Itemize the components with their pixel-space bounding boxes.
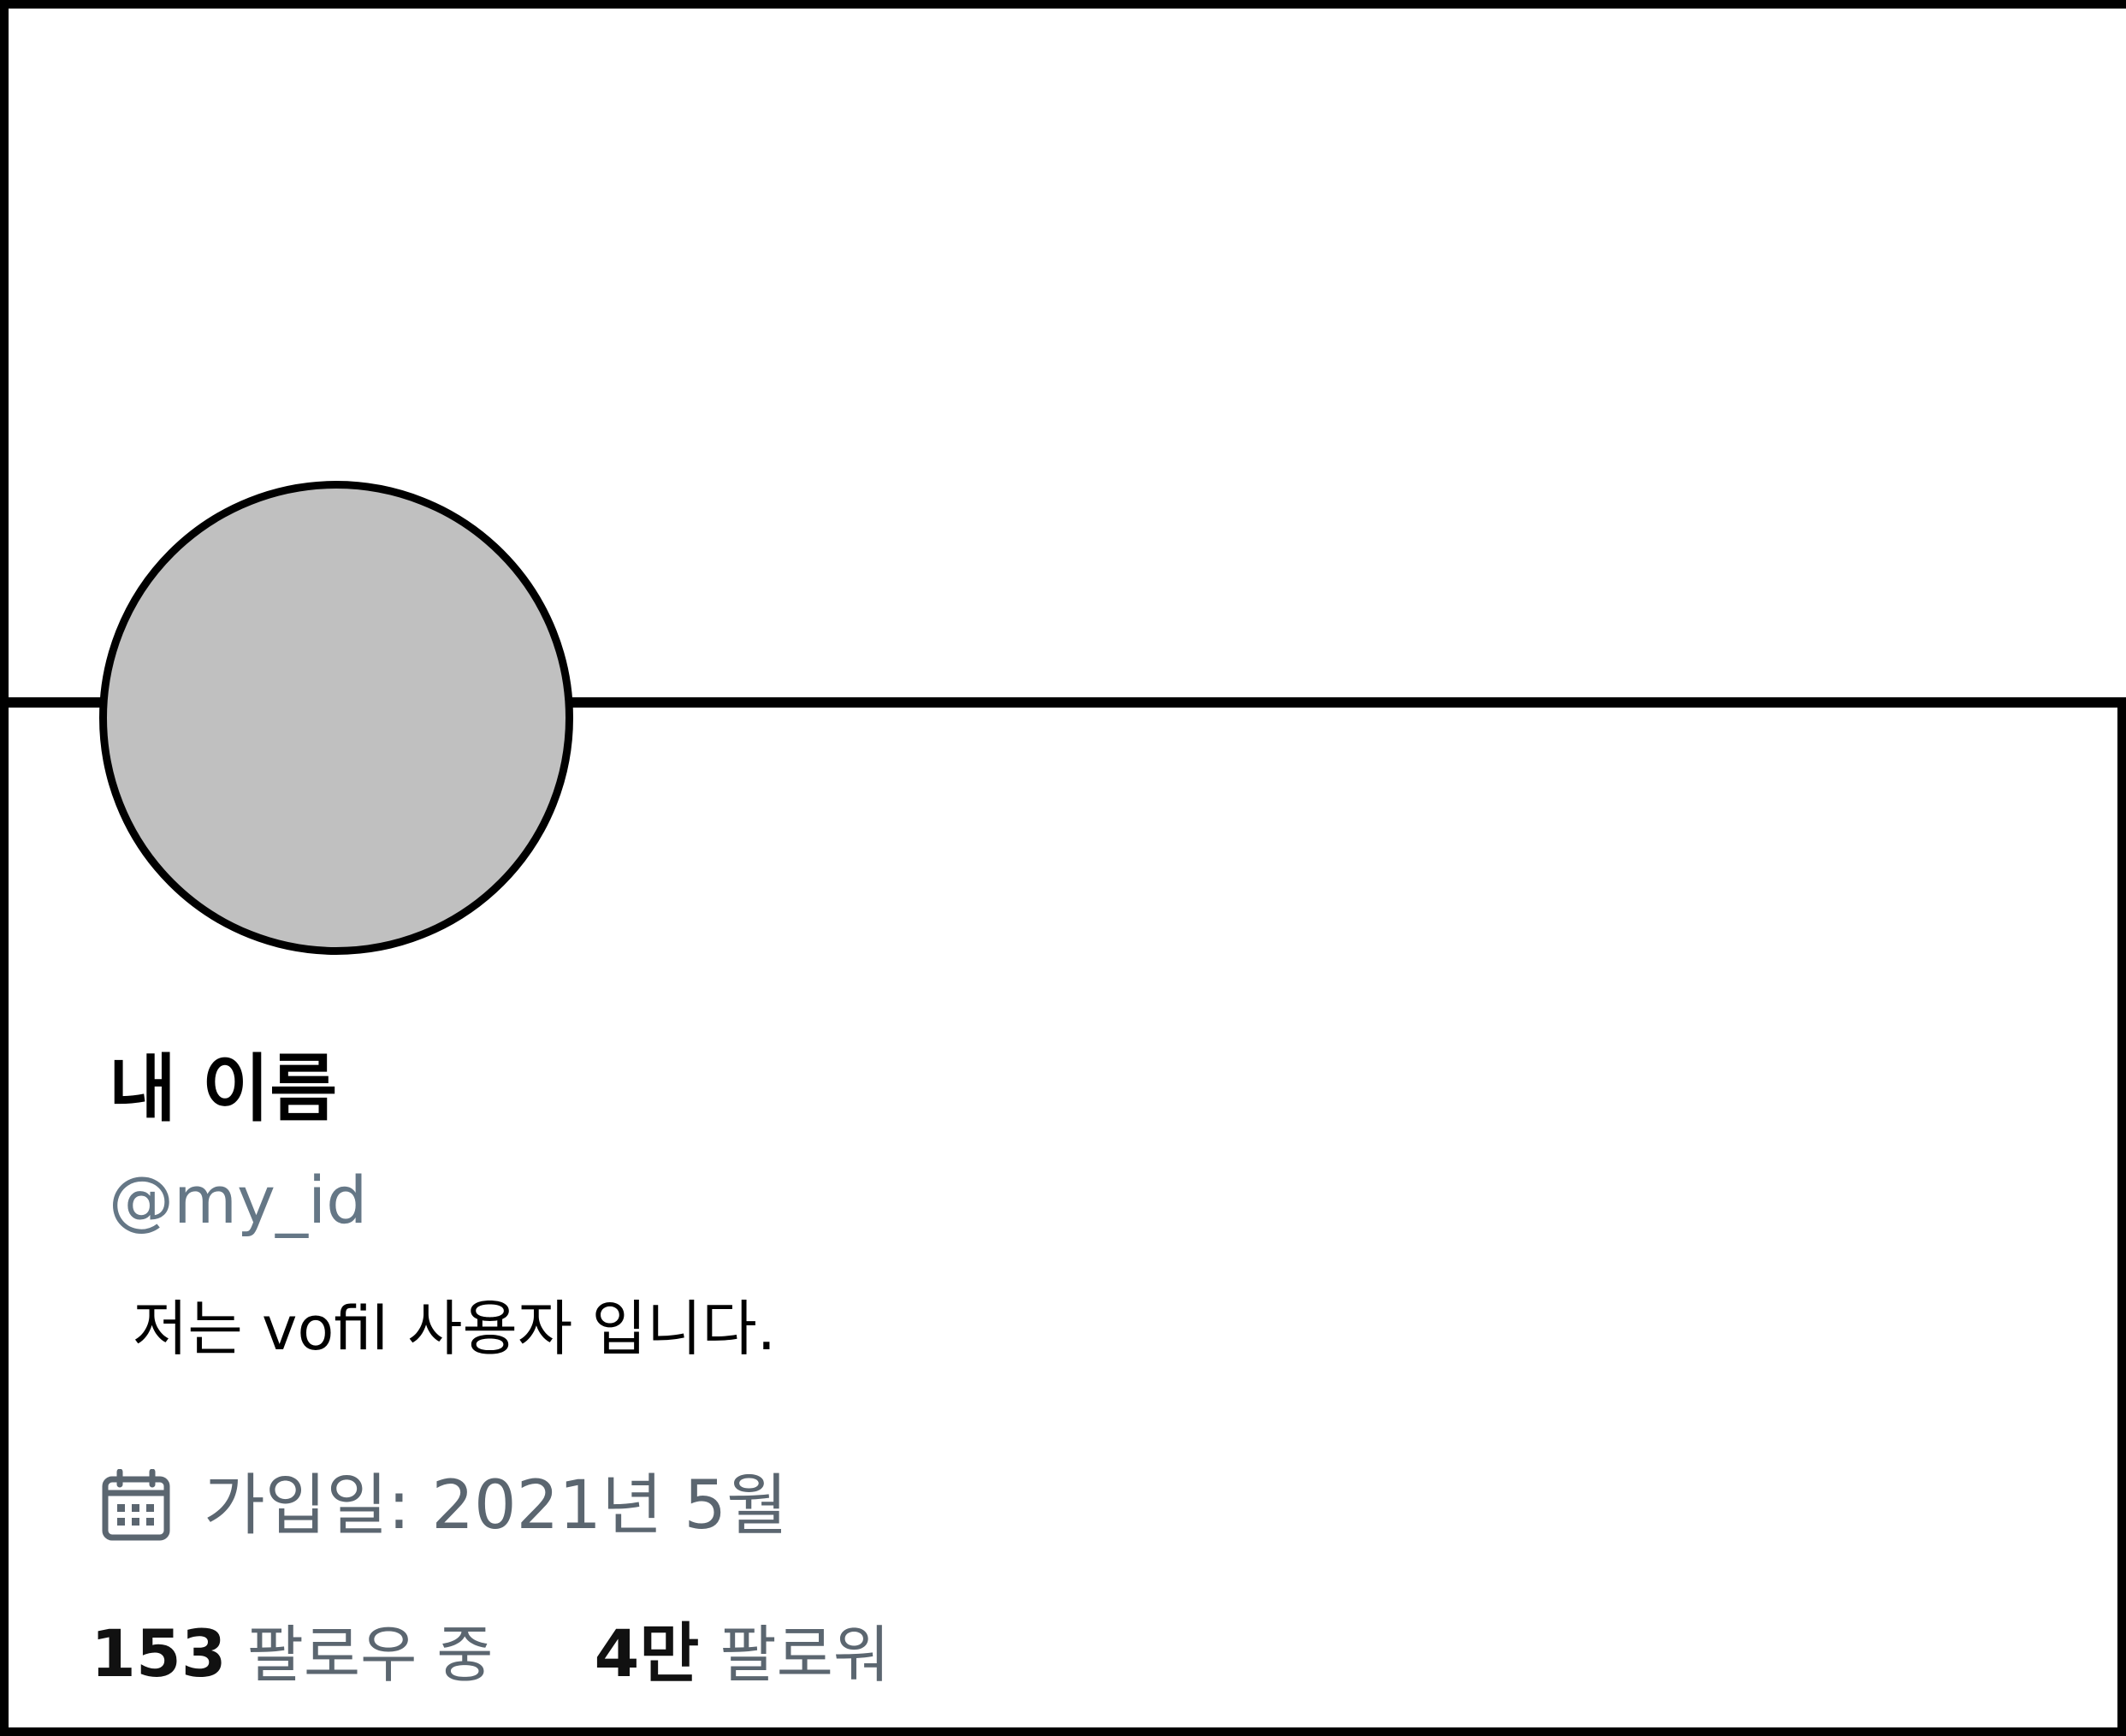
join-date: 가입일: 2021년 5월	[101, 1467, 788, 1544]
following-count: 153	[91, 1615, 227, 1692]
following-label: 팔로우 중	[246, 1619, 494, 1691]
join-date-text: 가입일: 2021년 5월	[204, 1467, 788, 1544]
profile-bio: 저는 vofil 사용자 입니다.	[133, 1294, 776, 1364]
calendar-icon	[102, 1469, 170, 1541]
followers-count: 4만	[594, 1615, 700, 1692]
followers-link[interactable]: 4만 팔로워	[595, 1621, 891, 1686]
follow-stats: 153 팔로우 중 4만 팔로워	[91, 1621, 890, 1686]
avatar[interactable]	[99, 481, 573, 955]
following-link[interactable]: 153 팔로우 중	[91, 1621, 494, 1686]
display-name: 내 이름	[109, 1046, 338, 1132]
user-handle: @my_id	[109, 1162, 368, 1238]
followers-label: 팔로워	[720, 1619, 891, 1691]
profile-card: 내 이름 @my_id 저는 vofil 사용자 입니다. 가입일: 2021년…	[0, 0, 2126, 1736]
